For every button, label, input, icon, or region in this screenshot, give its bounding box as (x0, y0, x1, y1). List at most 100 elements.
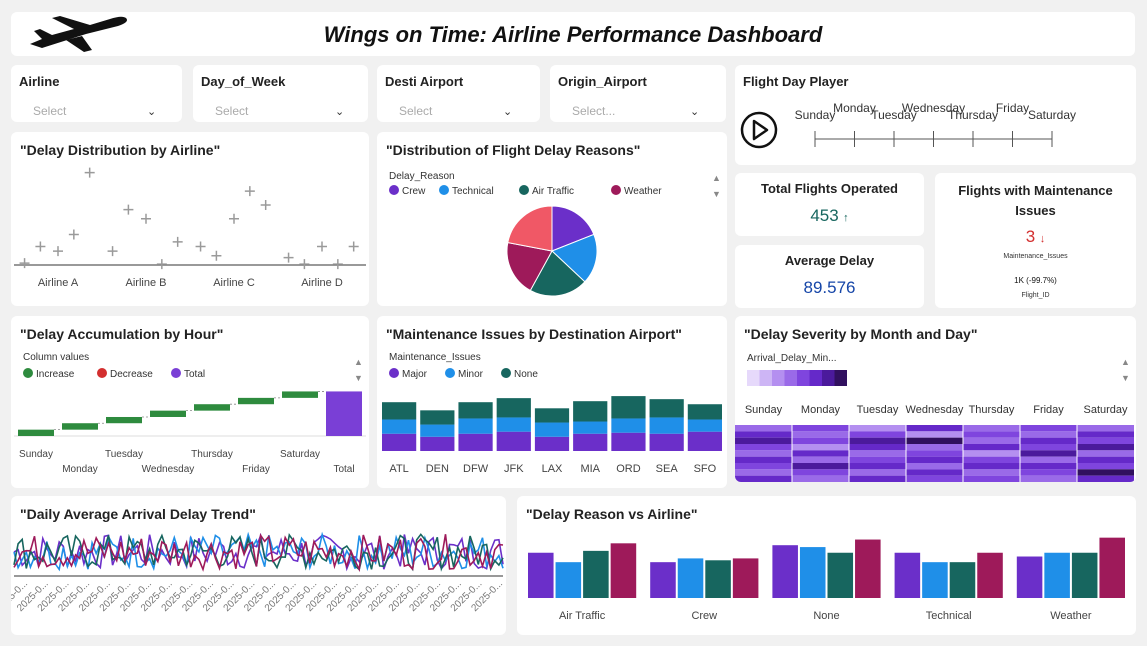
column-label: Tuesday (857, 404, 899, 416)
filter-select[interactable]: Select... (572, 104, 615, 118)
legend-label: None (514, 369, 538, 380)
maintenance-airport-chart: ATL DEN DFW JFK LAX MIA ORD SEA SFO (382, 396, 722, 475)
legend-label: Air Traffic (532, 186, 575, 197)
legend-item[interactable]: Crew (389, 185, 425, 197)
color-scale-swatch (834, 370, 847, 386)
stacked-segment (687, 419, 722, 432)
x-tick-label: Wednesday (142, 464, 195, 475)
legend-item[interactable]: None (501, 368, 538, 380)
heatmap-cell (735, 456, 792, 463)
stacked-segment (534, 422, 570, 437)
scatter-point (260, 199, 271, 210)
scatter-point (211, 250, 222, 261)
filter-label: Airline (19, 74, 60, 89)
filter-label: Desti Airport (385, 74, 464, 89)
scatter-point (68, 229, 79, 240)
stacked-segment (573, 421, 608, 434)
delay-reasons-card: "Distribution of Flight Delay Reasons" D… (377, 132, 727, 306)
filter-select[interactable]: Select (33, 104, 66, 118)
maintenance-airport-card: "Maintenance Issues by Destination Airpo… (377, 316, 727, 488)
chevron-down-icon[interactable]: ⌄ (147, 105, 156, 118)
legend-swatch (611, 185, 621, 195)
day-slider[interactable]: SundayMondayTuesdayWednesdayThursdayFrid… (735, 65, 1136, 165)
grouped-bar (705, 560, 731, 598)
grouped-bar (772, 545, 798, 598)
filter-select[interactable]: Select (215, 104, 248, 118)
filter-day-of-week[interactable]: Day_of_Week Select ⌄ (193, 65, 368, 122)
header-bar: Wings on Time: Airline Performance Dashb… (11, 12, 1135, 56)
point-mark (53, 246, 63, 257)
heatmap-cell (1020, 437, 1077, 444)
legend-label: Major (402, 369, 428, 380)
point-mark (123, 204, 134, 215)
heatmap-cell (735, 444, 792, 451)
x-tick-label: Weather (1050, 610, 1092, 622)
heatmap-cell (963, 444, 1020, 451)
scatter-point (35, 241, 46, 252)
color-scale-swatch (809, 370, 822, 386)
filter-origin-airport[interactable]: Origin_Airport Select... ⌄ (550, 65, 726, 122)
legend-item[interactable]: Total (171, 368, 205, 380)
filter-label: Origin_Airport (558, 74, 647, 89)
grouped-bar (949, 562, 976, 598)
legend-item[interactable]: Increase (23, 368, 74, 380)
filter-select[interactable]: Select (399, 104, 432, 118)
reason-airline-card: "Delay Reason vs Airline" Air Traffic Cre… (517, 496, 1136, 635)
heatmap-cell (963, 450, 1020, 457)
scatter-point (19, 258, 30, 269)
grouped-bar (977, 552, 1003, 598)
heatmap-cell (1077, 450, 1134, 457)
grouped-bar (922, 562, 948, 598)
x-tick-label: DFW (463, 463, 489, 475)
column-label: Thursday (969, 404, 1015, 416)
chevron-down-icon[interactable]: ⌄ (503, 105, 512, 118)
stacked-segment (611, 418, 646, 433)
legend-item[interactable]: Technical (439, 185, 494, 197)
legend-label: Decrease (110, 369, 153, 380)
legend-item[interactable]: Weather (611, 185, 662, 197)
x-tick-label: Total (333, 464, 354, 475)
grouped-bar (732, 558, 759, 598)
heatmap-cell (1020, 425, 1077, 432)
grouped-bar (650, 562, 676, 598)
slider-day-label: Saturday (1028, 108, 1076, 122)
pie-slice (507, 205, 553, 252)
scatter-point (172, 236, 183, 247)
point-mark (348, 241, 359, 252)
legend-item[interactable]: Minor (445, 368, 483, 380)
kpi-total-flights: Total Flights Operated 453 ↑ (735, 173, 924, 236)
heatmap-cell (906, 456, 963, 463)
x-tick-label: DEN (426, 463, 449, 475)
point-mark (141, 213, 151, 224)
stacked-segment (382, 402, 417, 420)
stacked-segment (649, 399, 684, 418)
x-tick-label: Crew (691, 610, 717, 622)
stacked-segment (382, 419, 417, 434)
legend-item[interactable]: Major (389, 368, 427, 380)
filter-desti-airport[interactable]: Desti Airport Select ⌄ (377, 65, 540, 122)
legend-item[interactable]: Decrease (97, 368, 153, 380)
grouped-bar (799, 547, 826, 598)
column-label: Monday (801, 404, 841, 416)
scatter-point (107, 246, 118, 257)
x-tick-label: Sunday (19, 449, 53, 460)
heatmap-cell (792, 431, 849, 438)
filter-airline[interactable]: Airline Select ⌄ (11, 65, 182, 122)
kpi-title: Average Delay (784, 253, 875, 268)
heatmap-cell (906, 444, 963, 451)
arrow-up-icon: ↑ (843, 212, 849, 224)
legend-label: Technical (452, 186, 494, 197)
stacked-segment (458, 433, 493, 451)
chevron-down-icon[interactable]: ⌄ (335, 105, 344, 118)
grouped-bar (894, 552, 921, 598)
chevron-down-icon[interactable]: ⌄ (690, 105, 699, 118)
grouped-bar (677, 558, 704, 598)
heatmap-cell (1020, 431, 1077, 438)
legend-item[interactable]: Air Traffic (519, 185, 574, 197)
legend-label: Minor (458, 369, 484, 380)
scatter-point (244, 186, 255, 197)
color-scale-swatch (784, 370, 797, 386)
heatmap-cell (1077, 437, 1134, 444)
grouped-bar (583, 550, 609, 598)
point-mark (317, 241, 327, 252)
